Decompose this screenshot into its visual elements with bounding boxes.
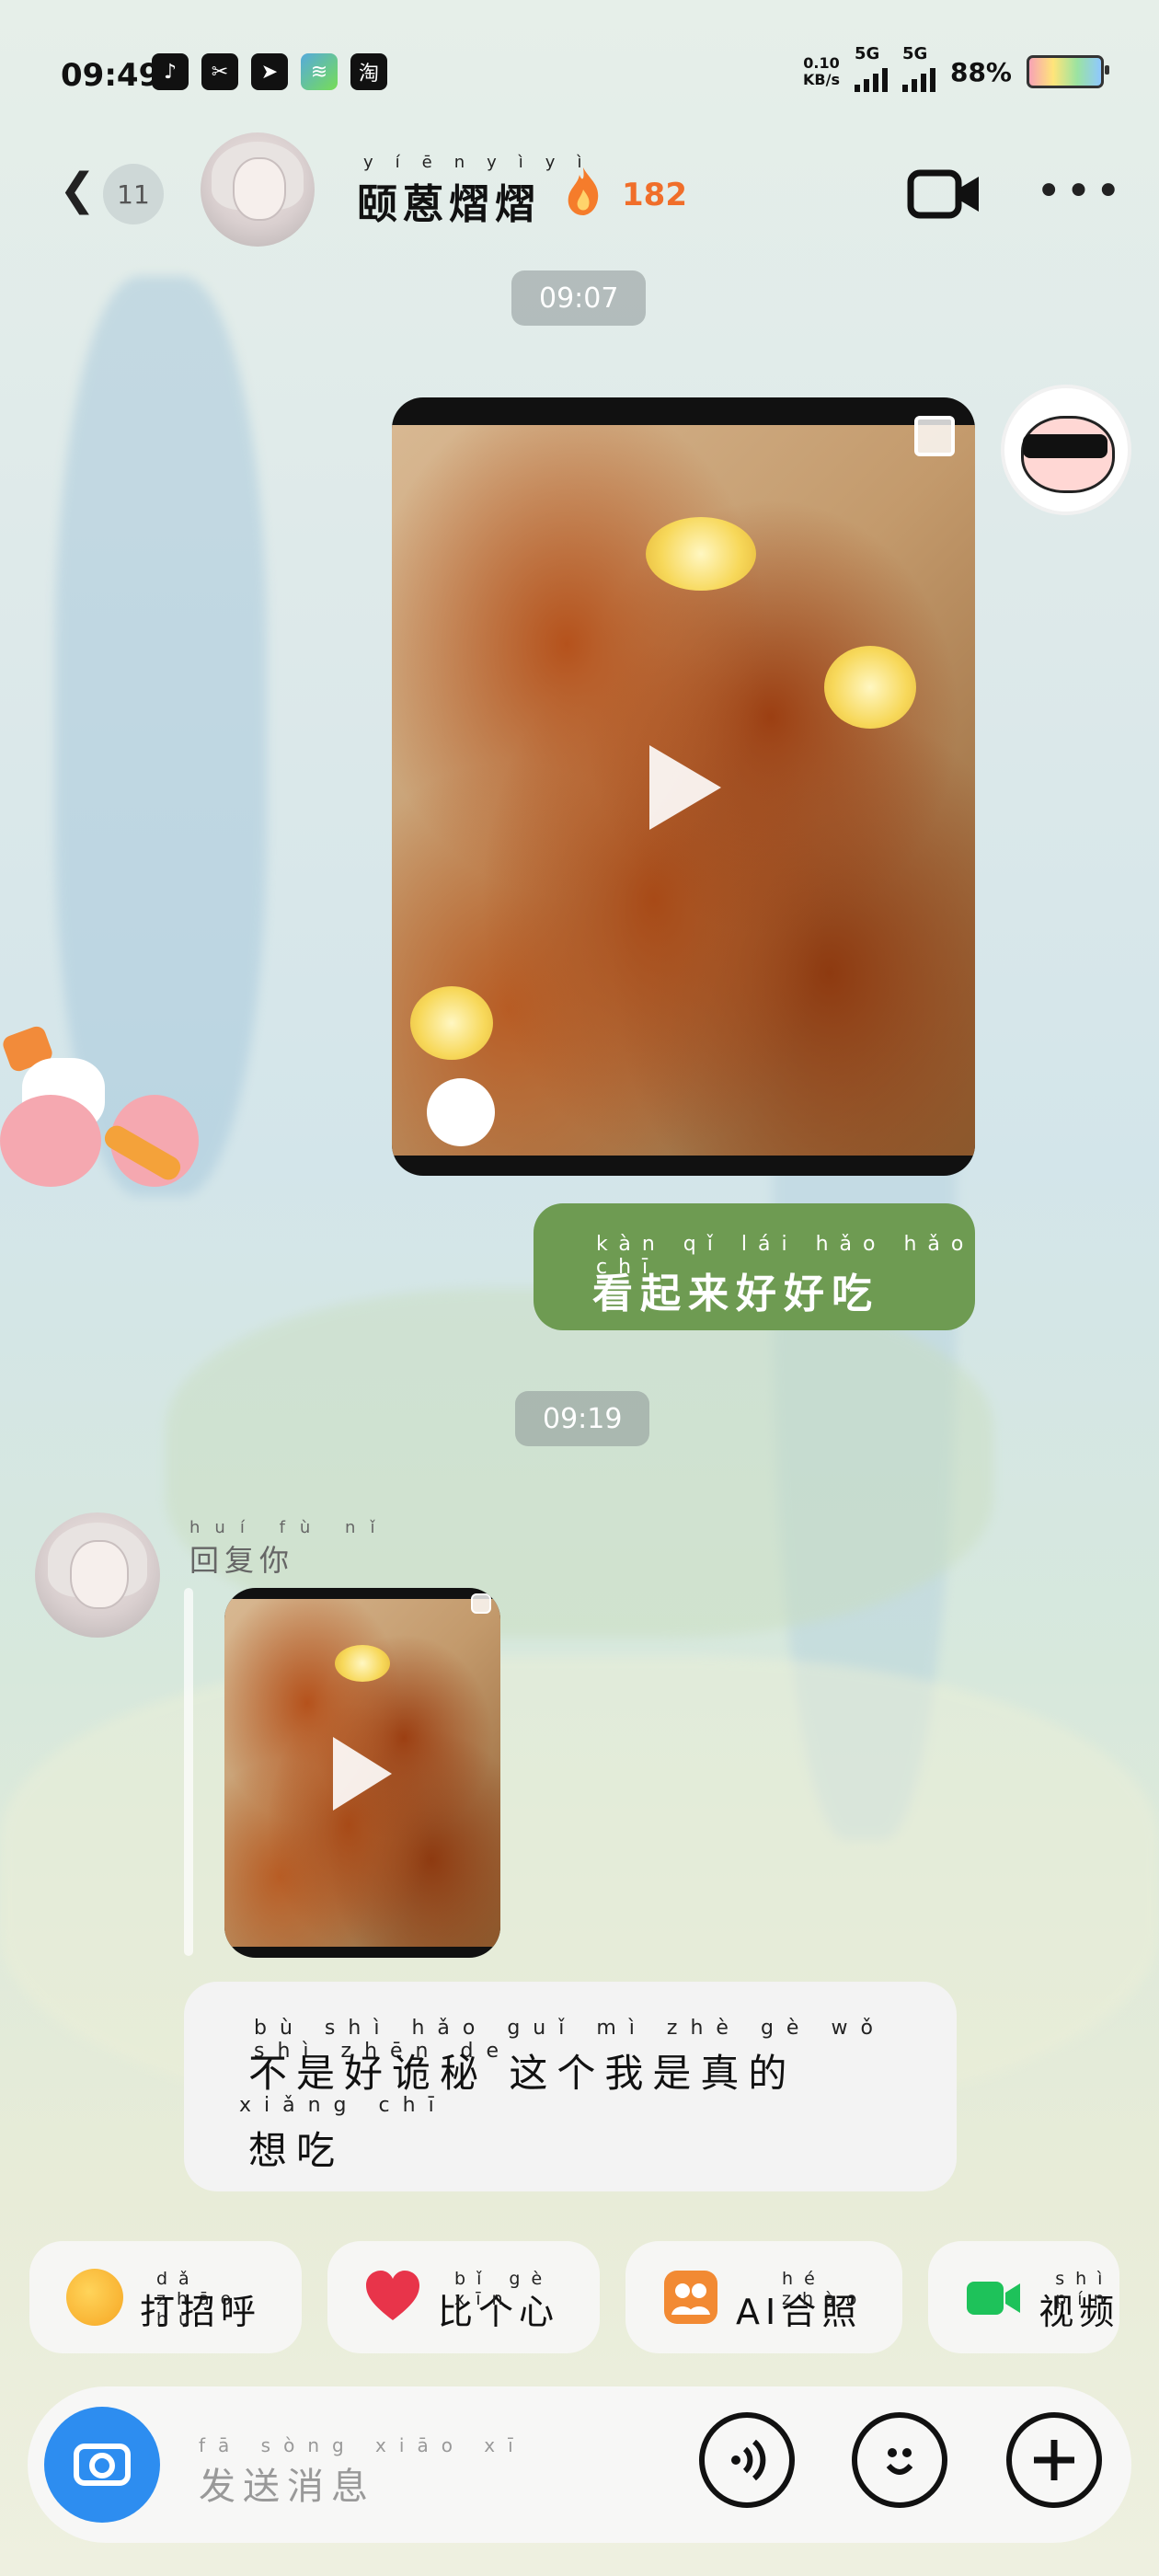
chat-header: ❮ 11 yíēnyìyì 颐蒽熠熠 182 ••• bbox=[0, 132, 1159, 248]
signal-icon: 5G bbox=[901, 44, 935, 92]
ai-app-icon: ≋ bbox=[301, 53, 338, 90]
camera-icon[interactable] bbox=[44, 2407, 160, 2523]
contact-avatar[interactable] bbox=[201, 132, 315, 247]
lemon-slice bbox=[335, 1645, 390, 1682]
capcut-app-icon: ✂ bbox=[201, 53, 238, 90]
message-input[interactable]: fā sòng xiāo xī 发送消息 bbox=[199, 2434, 526, 2510]
lemon-slice bbox=[824, 646, 916, 729]
message-text-line-1: 不是好诡秘 这个我是真的 bbox=[248, 2051, 797, 2096]
contact-name[interactable]: 颐蒽熠熠 bbox=[357, 171, 541, 230]
music-app-icon: ♪ bbox=[152, 53, 189, 90]
quick-action-heart[interactable]: bǐ gè xīn 比个心 bbox=[327, 2241, 601, 2353]
background-foliage bbox=[166, 1288, 993, 1638]
reply-quote-bar bbox=[184, 1588, 193, 1956]
reply-label: huí fù nǐ 回复你 bbox=[189, 1518, 390, 1578]
fullscreen-icon[interactable] bbox=[914, 416, 955, 456]
status-indicators: 0.10 KB/s 5G 5G 88% bbox=[803, 44, 1109, 92]
taobao-app-icon: 淘 bbox=[350, 53, 387, 90]
unread-count-badge[interactable]: 11 bbox=[103, 164, 164, 224]
network-speed: 0.10 KB/s bbox=[803, 54, 840, 88]
battery-percent: 88% bbox=[949, 56, 1012, 87]
lemon-slice bbox=[646, 517, 756, 591]
quick-action-wave[interactable]: dǎ zhāo hū 打招呼 bbox=[29, 2241, 303, 2353]
message-pinyin: xiǎng chī bbox=[239, 2094, 447, 2117]
wave-emoji-icon bbox=[66, 2269, 123, 2326]
battery-icon bbox=[1027, 55, 1109, 88]
sent-message-bubble[interactable]: kàn qǐ lái hǎo hǎo chī 看起来好好吃 bbox=[534, 1203, 975, 1330]
send-app-icon: ➤ bbox=[251, 53, 288, 90]
quick-action-video[interactable]: shì pín 视频 bbox=[928, 2241, 1120, 2353]
quoted-video-message[interactable] bbox=[224, 1588, 500, 1958]
like-dot-icon[interactable] bbox=[427, 1078, 495, 1146]
streak-count: 182 bbox=[622, 177, 687, 213]
status-time: 09:49 bbox=[61, 57, 161, 94]
received-message-bubble[interactable]: bù shì hǎo guǐ mì zhè gè wǒ shì zhēn de … bbox=[184, 1982, 957, 2191]
lemon-slice bbox=[410, 986, 493, 1060]
play-icon[interactable] bbox=[333, 1737, 392, 1811]
quick-actions-row: dǎ zhāo hū 打招呼 bǐ gè xīn 比个心 hé zhào AI合… bbox=[29, 2241, 1120, 2353]
message-input-bar: fā sòng xiāo xī 发送消息 bbox=[28, 2386, 1131, 2543]
heart-icon bbox=[366, 2271, 420, 2320]
pig-sticker bbox=[0, 1023, 202, 1214]
timestamp-pill: 09:07 bbox=[511, 270, 647, 326]
message-text-line-2: 想吃 bbox=[248, 2128, 345, 2173]
play-icon[interactable] bbox=[649, 745, 721, 830]
gesture-bar bbox=[0, 2550, 1159, 2576]
quick-action-ai-photo[interactable]: hé zhào AI合照 bbox=[625, 2241, 903, 2353]
ai-photo-icon bbox=[664, 2271, 718, 2324]
fire-streak-icon bbox=[568, 167, 599, 215]
video-message[interactable] bbox=[392, 397, 975, 1176]
timestamp-pill: 09:19 bbox=[515, 1391, 650, 1446]
notification-icons: ♪ ✂ ➤ ≋ 淘 bbox=[152, 53, 387, 90]
voice-message-icon[interactable] bbox=[699, 2412, 795, 2508]
video-call-icon[interactable] bbox=[907, 166, 982, 223]
my-avatar[interactable] bbox=[1001, 385, 1131, 515]
fullscreen-icon[interactable] bbox=[471, 1593, 491, 1614]
signal-icon: 5G bbox=[854, 44, 888, 92]
emoji-icon[interactable] bbox=[852, 2412, 947, 2508]
contact-avatar[interactable] bbox=[35, 1512, 160, 1638]
video-call-icon bbox=[967, 2282, 1021, 2315]
status-bar: 09:49 ♪ ✂ ➤ ≋ 淘 0.10 KB/s 5G 5G 88% bbox=[0, 37, 1159, 110]
more-options-icon[interactable]: ••• bbox=[1036, 169, 1125, 213]
back-chevron-icon[interactable]: ❮ bbox=[59, 164, 96, 215]
plus-icon[interactable] bbox=[1006, 2412, 1102, 2508]
message-text: 看起来好好吃 bbox=[592, 1271, 879, 1317]
